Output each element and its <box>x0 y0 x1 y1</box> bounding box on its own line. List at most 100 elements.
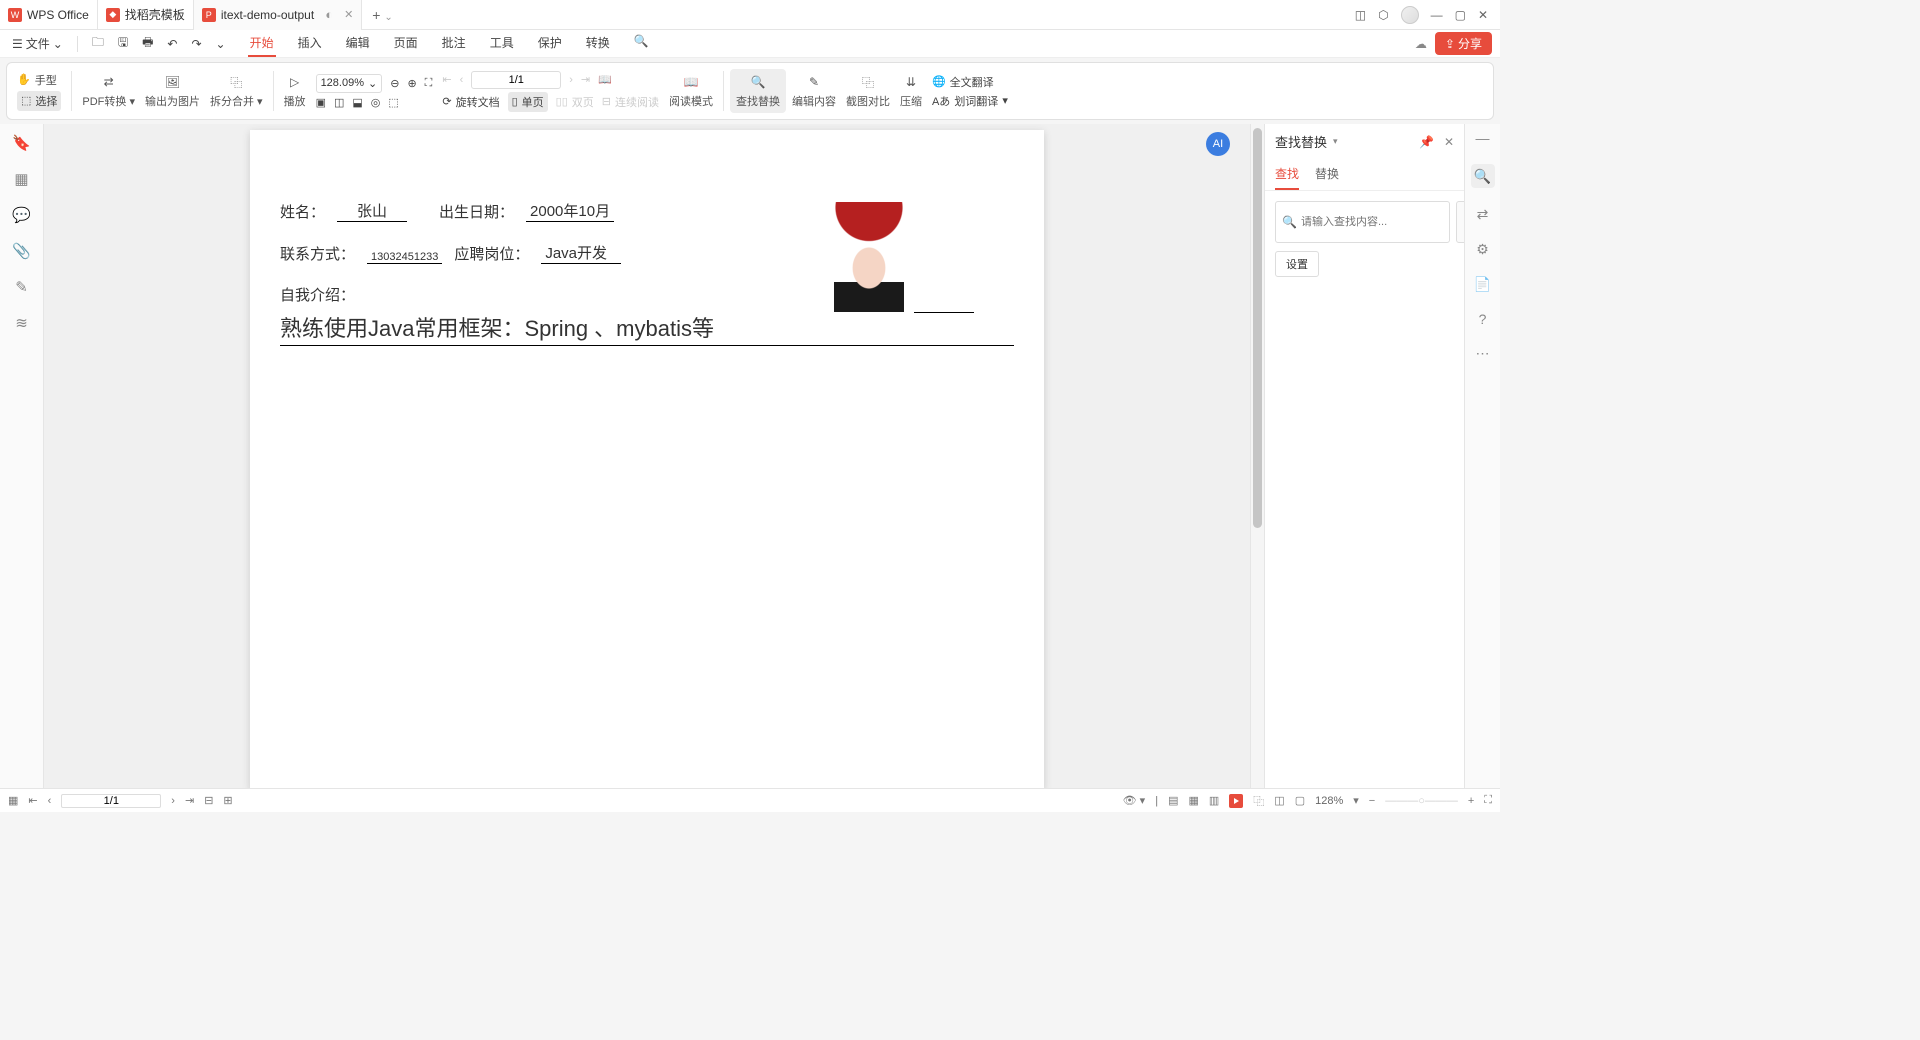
thumbnail-icon[interactable]: ▦ <box>14 170 28 188</box>
view5-icon[interactable]: ◫ <box>1274 794 1284 807</box>
next-page-icon[interactable]: › <box>569 74 573 86</box>
close-panel-icon[interactable]: ✕ <box>1444 135 1454 149</box>
single-page-button[interactable]: ▯ 单页 <box>508 92 548 112</box>
view1-icon[interactable]: ▤ <box>1168 794 1178 807</box>
comment-icon[interactable]: ◐ <box>325 7 333 22</box>
record-icon[interactable] <box>1229 794 1243 808</box>
menu-button[interactable]: ☰ 文件 ⌄ <box>8 33 67 54</box>
tab-replace[interactable]: 替换 <box>1315 159 1339 190</box>
ai-badge[interactable]: AI <box>1206 132 1230 156</box>
status-plus-icon[interactable]: ⊞ <box>223 794 232 807</box>
close-window-icon[interactable]: ✕ <box>1478 8 1488 22</box>
eye-icon[interactable]: 👁 ▾ <box>1123 794 1146 807</box>
window-layout-icon[interactable]: ◫ <box>1355 8 1366 22</box>
status-minus-icon[interactable]: ⊟ <box>204 794 213 807</box>
split-merge-button[interactable]: ⿻拆分合并 ▾ <box>206 73 267 109</box>
view6-icon[interactable]: ▢ <box>1295 794 1305 807</box>
status-next-icon[interactable]: › <box>171 795 175 807</box>
screenshot-compare-button[interactable]: ⿻截图对比 <box>842 73 894 109</box>
avatar[interactable] <box>1401 6 1419 24</box>
page-input[interactable] <box>471 71 561 89</box>
crop4-icon[interactable]: ◎ <box>371 96 381 109</box>
more-icon[interactable]: ⌄ <box>212 35 230 53</box>
redo-icon[interactable]: ↷ <box>187 35 205 53</box>
minimize-rail-icon[interactable]: — <box>1476 130 1490 146</box>
rail-doc-icon[interactable]: 📄 <box>1474 276 1491 293</box>
status-page-input[interactable] <box>61 794 161 808</box>
cube-icon[interactable]: ⬡ <box>1378 8 1388 22</box>
crop1-icon[interactable]: ▣ <box>316 96 326 109</box>
status-prev-icon[interactable]: ‹ <box>48 795 52 807</box>
tab-daoke[interactable]: ◆ 找稻壳模板 <box>98 0 194 30</box>
first-page-icon[interactable]: ⇤ <box>442 73 451 86</box>
word-translate-button[interactable]: Aあ 划词翻译 ▾ <box>932 93 1008 109</box>
view4-icon[interactable]: ⿻ <box>1253 793 1264 809</box>
layers-icon[interactable]: ≋ <box>15 314 28 332</box>
compress-button[interactable]: ⇊压缩 <box>896 73 926 109</box>
read-mode-button[interactable]: 📖阅读模式 <box>665 73 717 109</box>
search-box[interactable]: 🔍 <box>1275 201 1450 243</box>
full-translate-button[interactable]: 🌐 全文翻译 <box>932 74 1008 90</box>
save-icon[interactable]: 🖫 <box>114 31 132 56</box>
book-icon[interactable]: 📖 <box>598 73 612 86</box>
share-button[interactable]: ⇪ 分享 <box>1435 32 1492 55</box>
rail-more-icon[interactable]: ⋯ <box>1476 345 1490 362</box>
pin-icon[interactable]: 📌 <box>1419 135 1434 149</box>
rail-swap-icon[interactable]: ⇄ <box>1477 206 1489 223</box>
minimize-icon[interactable]: — <box>1431 8 1443 22</box>
cloud-icon[interactable]: ☁ <box>1415 37 1427 51</box>
fit-icon[interactable]: ⛶ <box>425 77 433 90</box>
rail-help-icon[interactable]: ? <box>1479 311 1487 327</box>
status-grid-icon[interactable]: ▦ <box>8 794 18 807</box>
settings-button[interactable]: 设置 <box>1275 251 1319 277</box>
document-viewport[interactable]: AI 姓名： 张山 出生日期： 2000年10月 联系方式： 130324512… <box>44 124 1250 788</box>
zoom-dropdown-icon[interactable]: ▾ <box>1353 794 1359 807</box>
prev-page-icon[interactable]: ‹ <box>460 74 464 86</box>
fullscreen-icon[interactable]: ⛶ <box>1484 794 1492 807</box>
print-icon[interactable]: 🖶 <box>138 31 157 56</box>
view2-icon[interactable]: ▦ <box>1188 794 1198 807</box>
sign-icon[interactable]: ✎ <box>15 278 28 296</box>
zoom-out-status-icon[interactable]: − <box>1369 795 1375 807</box>
double-page-button[interactable]: ▯▯ 双页 <box>556 94 594 110</box>
scrollbar[interactable] <box>1250 124 1264 788</box>
edit-content-button[interactable]: ✎编辑内容 <box>788 73 840 109</box>
attachment-icon[interactable]: 📎 <box>12 242 31 260</box>
crop2-icon[interactable]: ◫ <box>334 96 344 109</box>
crop5-icon[interactable]: ⬚ <box>388 96 398 109</box>
pdf-convert-button[interactable]: ⇄PDF转换 ▾ <box>78 73 139 109</box>
tab-insert[interactable]: 插入 <box>296 30 324 57</box>
hand-tool[interactable]: ✋ 手型 <box>17 72 61 88</box>
zoom-select[interactable]: 128.09% ⌄ <box>316 74 383 93</box>
crop3-icon[interactable]: ⬓ <box>352 96 362 109</box>
rail-settings-icon[interactable]: ⚙ <box>1476 241 1489 258</box>
add-tab-button[interactable]: + ⌄ <box>362 7 402 23</box>
status-first-icon[interactable]: ⇤ <box>28 794 37 807</box>
close-icon[interactable]: ✕ <box>344 8 353 21</box>
scroll-thumb[interactable] <box>1253 128 1262 528</box>
continuous-button[interactable]: ⊟ 连续阅读 <box>602 94 659 110</box>
tab-page[interactable]: 页面 <box>392 30 420 57</box>
tab-wps-office[interactable]: W WPS Office <box>0 0 98 30</box>
open-icon[interactable]: 🗀 <box>88 31 108 56</box>
tab-tools[interactable]: 工具 <box>488 30 516 57</box>
search-icon[interactable]: 🔍 <box>632 30 651 57</box>
chevron-down-icon[interactable]: ▾ <box>1333 136 1338 147</box>
rotate-button[interactable]: ⟳ 旋转文档 <box>442 94 499 110</box>
zoom-out-icon[interactable]: ⊖ <box>390 77 399 90</box>
tab-find[interactable]: 查找 <box>1275 159 1299 190</box>
maximize-icon[interactable]: ▢ <box>1455 8 1466 22</box>
rail-search-icon[interactable]: 🔍 <box>1471 164 1495 188</box>
tab-start[interactable]: 开始 <box>248 30 276 57</box>
tab-convert[interactable]: 转换 <box>584 30 612 57</box>
comment-icon[interactable]: 💬 <box>12 206 31 224</box>
status-last-icon[interactable]: ⇥ <box>185 794 194 807</box>
play-button[interactable]: ▷播放 <box>280 73 310 109</box>
zoom-in-icon[interactable]: ⊕ <box>407 77 416 90</box>
view3-icon[interactable]: ▥ <box>1209 794 1219 807</box>
tab-document[interactable]: P itext-demo-output ◐ ✕ <box>194 0 362 30</box>
tab-protect[interactable]: 保护 <box>536 30 564 57</box>
select-tool[interactable]: ⬚ 选择 <box>17 91 61 111</box>
search-input[interactable] <box>1301 216 1443 228</box>
export-img-button[interactable]: 🖼输出为图片 <box>141 73 204 109</box>
